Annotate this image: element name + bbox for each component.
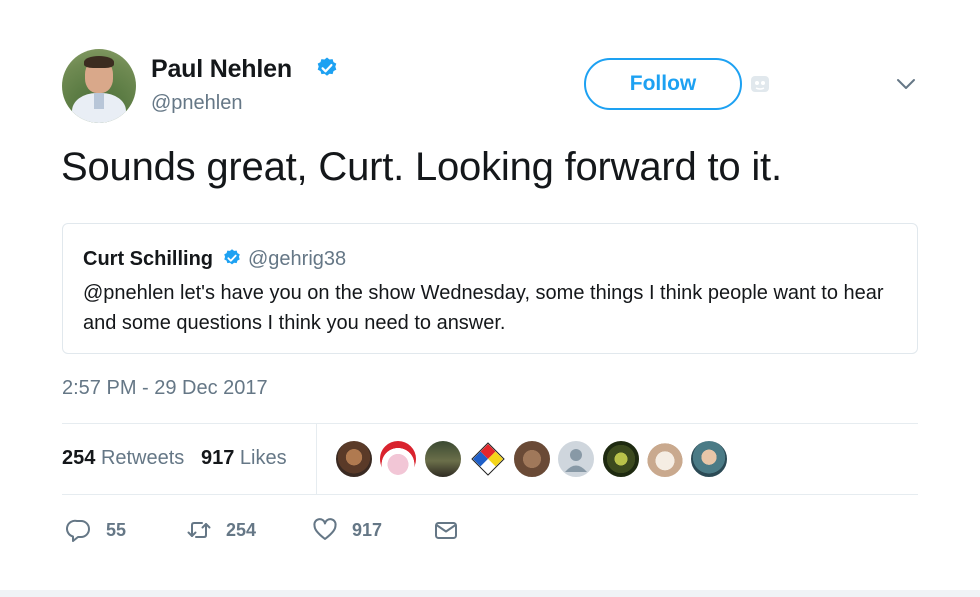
author-name[interactable]: Paul Nehlen [151,55,292,84]
reply-icon [66,519,90,542]
quoted-author-name: Curt Schilling [83,248,213,270]
liker-avatar[interactable] [646,440,684,478]
retweets-stat[interactable]: 254 Retweets [62,447,184,469]
liker-avatar[interactable] [424,440,462,478]
verified-icon [317,57,337,76]
direct-message-button[interactable] [433,512,459,548]
likes-stat[interactable]: 917 Likes [201,447,287,469]
quoted-tweet[interactable]: Curt Schilling @gehrig38 @pnehlen let's … [62,223,918,354]
author-handle[interactable]: @pnehlen [151,92,242,115]
retweet-icon [187,522,211,538]
liker-avatar[interactable] [557,440,595,478]
quoted-tweet-text: @pnehlen let's have you on the show Wedn… [83,282,884,334]
default-avatar-icon [565,449,587,472]
quoted-author-handle: @gehrig38 [248,248,347,270]
liker-avatar[interactable] [690,440,728,478]
mail-icon [435,522,457,539]
liker-avatar[interactable] [602,440,640,478]
likes-count: 917 [200,447,235,469]
hazard-diamond-icon [471,442,505,476]
divider [62,494,918,495]
avatar-collar [94,93,104,109]
divider [62,423,918,424]
liker-avatar[interactable] [513,440,551,478]
liker-avatar[interactable] [379,440,417,478]
liker-avatar[interactable] [469,440,507,478]
card-bottom-edge [0,590,980,597]
chevron-down-icon[interactable] [895,76,917,92]
tweet-text: Sounds great, Curt. Looking forward to i… [61,145,782,189]
like-count: 917 [352,519,383,540]
stats-divider [316,424,317,494]
retweet-count: 254 [226,519,257,540]
like-button[interactable]: 917 [312,512,382,548]
retweets-label: Retweets [100,447,185,469]
verified-icon [224,249,240,265]
retweets-count: 254 [62,447,96,469]
tweet-stats: 254 Retweets 917 Likes [62,447,287,470]
retweet-button[interactable]: 254 [186,512,256,548]
likes-label: Likes [239,447,287,469]
heart-icon [313,518,337,540]
avatar-hair [84,56,114,68]
tweet-timestamp[interactable]: 2:57 PM - 29 Dec 2017 [62,377,268,400]
follow-button[interactable]: Follow [584,58,742,110]
liker-avatar[interactable] [335,440,373,478]
reply-button[interactable]: 55 [66,512,126,548]
tweet-actions: 55 254 917 [0,512,980,548]
reply-count: 55 [106,519,127,540]
author-avatar[interactable] [62,49,136,123]
birdie-icon[interactable] [750,74,770,94]
